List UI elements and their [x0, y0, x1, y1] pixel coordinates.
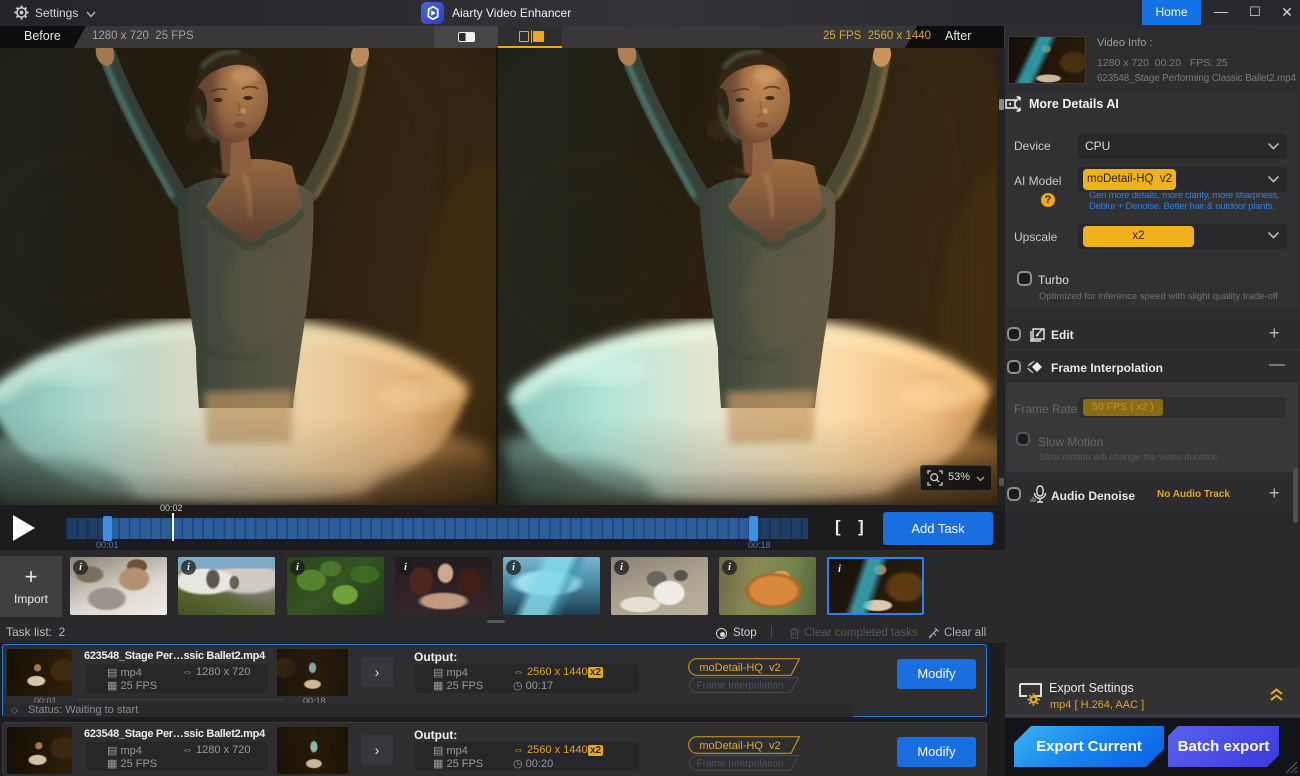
svg-text:Frame Interpolation: Frame Interpolation — [697, 759, 784, 770]
svg-text:moDetail-HQ v2: moDetail-HQ v2 — [699, 662, 780, 674]
svg-text:Frame Interpolation: Frame Interpolation — [697, 681, 784, 692]
svg-text:moDetail-HQ v2: moDetail-HQ v2 — [699, 740, 780, 752]
